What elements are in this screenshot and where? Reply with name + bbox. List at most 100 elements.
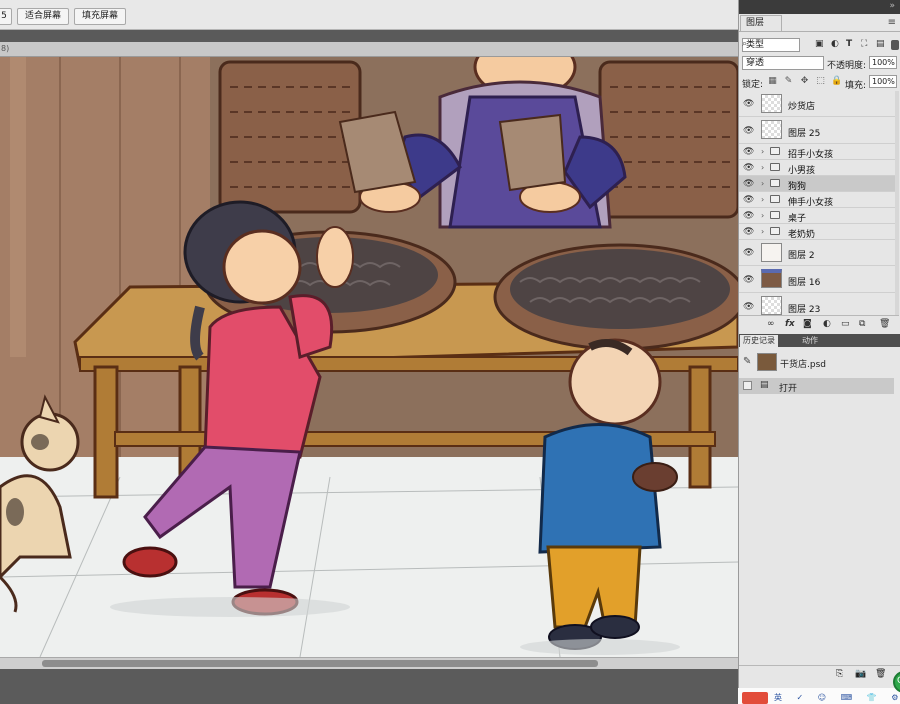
layers-footer: ∞ fx ◙ ◐ ▭ ⧉ 🗑	[739, 315, 899, 333]
layers-list: 👁 炒货店 👁 图层 25 👁 › 招手小女孩 👁 › 小男孩 👁 › 狗狗 👁…	[739, 91, 899, 315]
layer-filter-kind-select[interactable]: 类型	[742, 38, 800, 52]
history-tabs: 历史记录 动作	[739, 334, 900, 347]
ime-status-text[interactable]: 英 ✓ ☺ ⌨ 👕 ⚙	[774, 692, 900, 703]
trash-icon[interactable]: 🗑	[879, 319, 890, 329]
chevron-right-icon[interactable]: ›	[761, 211, 764, 220]
document-canvas[interactable]	[0, 57, 738, 657]
blend-mode-select[interactable]: 穿透	[742, 56, 824, 70]
workspace-gap	[0, 30, 738, 42]
shape-filter-icon[interactable]: ⛶	[861, 39, 867, 49]
folder-icon	[770, 179, 780, 187]
chevron-right-icon[interactable]: ›	[761, 195, 764, 204]
zoom-100-button[interactable]: 5	[0, 8, 12, 25]
illustration	[0, 57, 738, 657]
brush-source-icon[interactable]: ✎	[743, 356, 751, 367]
chevron-right-icon[interactable]: ›	[761, 227, 764, 236]
layer-thumbnail	[761, 243, 782, 262]
document-icon: ▤	[760, 380, 769, 390]
bowl-right	[493, 243, 738, 351]
folder-icon	[770, 163, 780, 171]
layer-group-row[interactable]: 👁 › 小男孩	[739, 160, 899, 176]
visibility-eye-icon[interactable]: 👁	[743, 179, 754, 189]
ime-toolbar: 英 ✓ ☺ ⌨ 👕 ⚙	[738, 688, 900, 704]
folder-icon	[770, 227, 780, 235]
lock-all-icon[interactable]: 🔒	[831, 76, 842, 87]
visibility-eye-icon[interactable]: 👁	[743, 227, 754, 237]
folder-icon	[770, 147, 780, 155]
layers-scrollbar[interactable]	[895, 91, 899, 315]
layer-group-row[interactable]: 👁 › 伸手小女孩	[739, 192, 899, 208]
layer-group-row[interactable]: 👁 › 老奶奶	[739, 224, 899, 240]
visibility-eye-icon[interactable]: 👁	[743, 163, 754, 173]
snapshot-filename[interactable]: 干货店.psd	[780, 357, 826, 370]
layer-row[interactable]: 👁 图层 25	[739, 117, 899, 144]
adjustment-filter-icon[interactable]: ◐	[831, 39, 839, 49]
history-step-label: 打开	[779, 384, 798, 394]
visibility-eye-icon[interactable]: 👁	[743, 126, 754, 136]
history-source-checkbox[interactable]	[743, 381, 752, 390]
snapshot-thumbnail[interactable]	[757, 353, 777, 371]
layer-group-row[interactable]: 👁 › 桌子	[739, 208, 899, 224]
history-footer: ⎘ 📷 🗑	[739, 665, 900, 685]
type-filter-icon[interactable]: T	[846, 39, 852, 49]
workspace-bottom	[0, 669, 738, 704]
history-list-empty	[739, 394, 899, 658]
chevron-right-icon[interactable]: ›	[761, 147, 764, 156]
layer-thumbnail	[761, 296, 782, 315]
filter-toggle[interactable]	[891, 40, 899, 50]
chevron-right-icon[interactable]: ›	[761, 179, 764, 188]
visibility-eye-icon[interactable]: 👁	[743, 99, 754, 109]
visibility-eye-icon[interactable]: 👁	[743, 147, 754, 157]
layer-thumbnail	[761, 120, 782, 139]
collapse-icon[interactable]: »	[889, 1, 895, 11]
lock-transparent-icon[interactable]: ▦	[767, 76, 778, 87]
folder-icon[interactable]: ▭	[841, 319, 850, 329]
fit-screen-button[interactable]: 适合屏幕	[17, 8, 69, 25]
fill-label: 填充:	[845, 81, 867, 91]
panel-menu-icon[interactable]: ≡	[888, 17, 896, 28]
visibility-eye-icon[interactable]: 👁	[743, 211, 754, 221]
folder-icon	[770, 211, 780, 219]
ime-logo[interactable]	[742, 692, 768, 704]
fill-screen-button[interactable]: 填充屏幕	[74, 8, 126, 25]
search-icon: ⌕	[742, 39, 748, 49]
visibility-eye-icon[interactable]: 👁	[743, 248, 754, 258]
trash-icon[interactable]: 🗑	[875, 669, 886, 679]
lock-label: 锁定:	[742, 80, 764, 90]
tab-actions[interactable]: 动作	[799, 335, 821, 347]
layer-row[interactable]: 👁 炒货店	[739, 91, 899, 117]
new-document-from-state-icon[interactable]: ⎘	[836, 669, 843, 679]
layer-thumbnail	[761, 94, 782, 113]
mask-icon[interactable]: ◙	[803, 319, 812, 329]
adjustment-icon[interactable]: ◐	[823, 319, 831, 329]
lock-artboard-icon[interactable]: ⬚	[815, 76, 826, 87]
tab-history[interactable]: 历史记录	[740, 335, 778, 347]
layer-row[interactable]: 👁 图层 23	[739, 293, 899, 315]
new-layer-icon[interactable]: ⧉	[859, 319, 865, 329]
layer-group-row-selected[interactable]: 👁 › 狗狗	[739, 176, 899, 192]
layer-row[interactable]: 👁 图层 16	[739, 266, 899, 293]
layer-row[interactable]: 👁 图层 2	[739, 240, 899, 266]
scroll-thumb[interactable]	[42, 660, 598, 667]
lock-pixels-icon[interactable]: ✎	[783, 76, 794, 87]
pixel-filter-icon[interactable]: ▣	[815, 39, 824, 49]
camera-icon[interactable]: 📷	[855, 669, 866, 679]
link-icon[interactable]: ∞	[767, 319, 775, 329]
fill-field[interactable]: 100%	[869, 75, 897, 88]
fx-icon[interactable]: fx	[785, 319, 795, 329]
document-tab[interactable]: 8)	[0, 42, 738, 57]
layer-group-row[interactable]: 👁 › 招手小女孩	[739, 144, 899, 160]
chevron-right-icon[interactable]: ›	[761, 163, 764, 172]
visibility-eye-icon[interactable]: 👁	[743, 195, 754, 205]
right-panel-dock: » 图层 ≡ 类型 ⌕ ▣ ◐ T ⛶ ▤ 穿透 不透明度: 100% 锁定: …	[738, 0, 900, 704]
basket-right	[598, 60, 738, 219]
opacity-field[interactable]: 100%	[869, 56, 897, 69]
visibility-eye-icon[interactable]: 👁	[743, 275, 754, 285]
tab-layers[interactable]: 图层	[740, 15, 782, 31]
visibility-eye-icon[interactable]: 👁	[743, 302, 754, 312]
lock-position-icon[interactable]: ✥	[799, 76, 810, 87]
layer-thumbnail	[761, 269, 782, 288]
horizontal-scrollbar[interactable]	[0, 657, 738, 669]
smart-object-filter-icon[interactable]: ▤	[876, 39, 885, 49]
folder-icon	[770, 195, 780, 203]
